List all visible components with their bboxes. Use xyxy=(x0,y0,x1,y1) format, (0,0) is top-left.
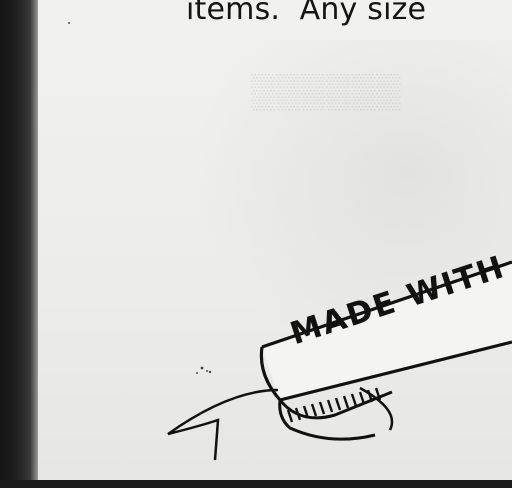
body-text-line: items. Any size xyxy=(186,0,427,27)
scan-left-edge xyxy=(0,0,38,488)
dust-speck xyxy=(206,370,208,372)
dust-speck xyxy=(68,22,70,24)
scanned-page: ▒▒▒▒▒▒ items. Any size MADE WITH xyxy=(0,0,512,488)
scan-bottom-edge xyxy=(0,480,512,488)
dust-speck xyxy=(196,372,198,374)
bleed-through-text: ▒▒▒▒▒▒ xyxy=(250,72,401,110)
